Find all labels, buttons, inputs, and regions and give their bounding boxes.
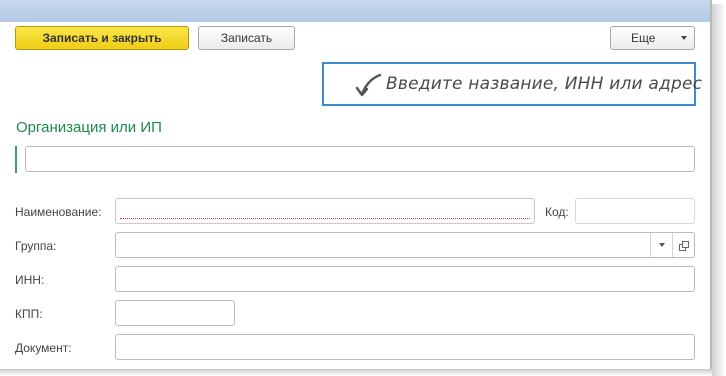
- window-shadow-right: [712, 4, 726, 376]
- hint-text: Введите название, ИНН или адрес: [386, 74, 703, 94]
- save-and-close-button[interactable]: Записать и закрыть: [15, 26, 189, 50]
- group-dropdown-button[interactable]: [650, 233, 672, 257]
- active-field-marker: [15, 146, 17, 173]
- chevron-down-icon: [658, 243, 665, 247]
- save-label: Записать: [220, 31, 273, 45]
- code-label: Код:: [545, 205, 569, 219]
- save-and-close-label: Записать и закрыть: [42, 31, 162, 45]
- open-window-icon: [679, 240, 689, 251]
- required-field-underline: [120, 218, 530, 219]
- name-label: Наименование:: [15, 205, 102, 219]
- document-label: Документ:: [15, 341, 72, 355]
- name-input[interactable]: [115, 198, 535, 224]
- search-hint-box: Введите название, ИНН или адрес: [322, 62, 702, 106]
- window-shadow-bottom: [0, 370, 712, 376]
- kpp-input[interactable]: [115, 300, 235, 326]
- organization-search-input[interactable]: [25, 146, 695, 172]
- inn-label: ИНН:: [15, 273, 45, 287]
- group-open-button[interactable]: [672, 233, 694, 257]
- inn-input[interactable]: [115, 266, 695, 292]
- group-label: Группа:: [15, 239, 57, 253]
- document-input[interactable]: [115, 334, 695, 360]
- more-label: Еще: [631, 31, 656, 45]
- curved-arrow-icon: [355, 73, 382, 97]
- code-input[interactable]: [575, 198, 695, 224]
- window-titlebar: [0, 0, 712, 22]
- kpp-label: КПП:: [15, 307, 43, 321]
- chevron-down-icon: [681, 36, 687, 40]
- section-title: Организация или ИП: [16, 119, 162, 136]
- group-select[interactable]: [115, 232, 695, 258]
- more-menu-button[interactable]: Еще: [610, 26, 695, 50]
- save-button[interactable]: Записать: [198, 26, 295, 50]
